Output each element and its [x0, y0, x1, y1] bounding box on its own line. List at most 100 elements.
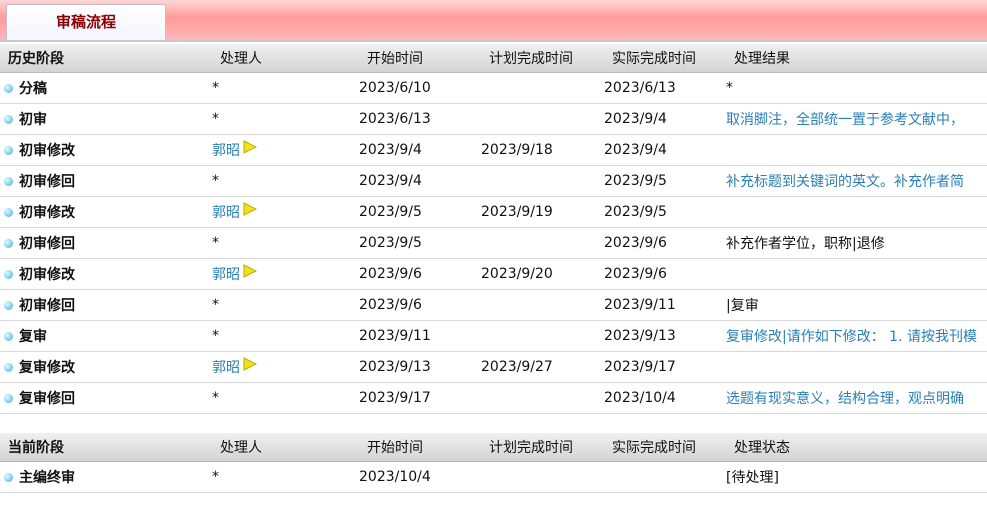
table-row: 分稿 * 2023/6/10 2023/6/13 * [0, 72, 987, 104]
tab-review-process[interactable]: 审稿流程 [6, 4, 166, 40]
header-start: 开始时间 [359, 44, 481, 73]
person-link[interactable]: 郭昭 [212, 267, 240, 283]
plan-cell [481, 227, 604, 259]
stage-label: 分稿 [19, 81, 47, 97]
actual-cell: 2023/9/6 [604, 258, 726, 290]
result-link[interactable]: 取消脚注，全部统一置于参考文献中， [726, 103, 987, 135]
plan-cell: 2023/9/20 [481, 258, 604, 290]
actual-cell: 2023/9/4 [604, 103, 726, 135]
current-header-row: 当前阶段 处理人 开始时间 计划完成时间 实际完成时间 处理状态 [0, 433, 987, 462]
result-cell: [待处理] [726, 461, 987, 493]
result-cell: * [726, 72, 987, 104]
person-link[interactable]: 郭昭 [212, 360, 240, 376]
header-stage: 历史阶段 [0, 44, 212, 73]
dot-icon [4, 83, 13, 93]
person-cell: 郭昭 [212, 258, 359, 290]
person-link[interactable]: 郭昭 [212, 143, 240, 159]
person-label: * [212, 328, 219, 344]
stage-label: 复审修改 [19, 360, 75, 376]
dot-icon [4, 472, 13, 482]
start-cell: 2023/9/4 [359, 165, 481, 197]
table-row: 初审修回 * 2023/9/4 2023/9/5 补充标题到关键词的英文。补充作者简 [0, 165, 987, 197]
history-table: 历史阶段 处理人 开始时间 计划完成时间 实际完成时间 处理结果 分稿 * 2023… [0, 44, 987, 414]
stage-label: 初审修回 [19, 298, 75, 314]
person-label: * [212, 469, 219, 485]
stage-cell: 初审 [0, 103, 212, 135]
stage-cell: 复审 [0, 320, 212, 352]
stage-cell: 初审修回 [0, 165, 212, 197]
result-link[interactable]: 复审修改|请作如下修改： 1. 请按我刊模 [726, 320, 987, 352]
plan-cell [481, 289, 604, 321]
stage-label: 复审 [19, 329, 47, 345]
table-row: 复审 * 2023/9/11 2023/9/13 复审修改|请作如下修改： 1. 请按我… [0, 320, 987, 352]
dot-icon [4, 238, 13, 248]
dot-icon [4, 176, 13, 186]
stage-cell: 初审修回 [0, 289, 212, 321]
dot-icon [4, 300, 13, 310]
actual-cell: 2023/9/13 [604, 320, 726, 352]
table-row: 初审修改 郭昭 2023/9/6 2023/9/20 2023/9/6 [0, 258, 987, 290]
plan-cell [481, 72, 604, 104]
result-cell [726, 258, 987, 290]
start-cell: 2023/9/6 [359, 289, 481, 321]
header-actual: 实际完成时间 [604, 44, 726, 73]
plan-cell [481, 382, 604, 414]
dot-icon [4, 331, 13, 341]
person-cell: * [212, 382, 359, 414]
person-label: * [212, 235, 219, 251]
actual-cell: 2023/10/4 [604, 382, 726, 414]
stage-label: 初审修改 [19, 205, 75, 221]
plan-cell [481, 165, 604, 197]
person-link[interactable]: 郭昭 [212, 205, 240, 221]
stage-label: 初审修回 [19, 236, 75, 252]
dot-icon [4, 207, 13, 217]
flag-icon[interactable] [243, 264, 258, 282]
actual-cell [604, 461, 726, 493]
start-cell: 2023/9/13 [359, 351, 481, 383]
stage-cell: 初审修改 [0, 196, 212, 228]
actual-cell: 2023/9/5 [604, 165, 726, 197]
flag-icon[interactable] [243, 357, 258, 375]
start-cell: 2023/6/10 [359, 72, 481, 104]
person-label: * [212, 80, 219, 96]
stage-cell: 初审修改 [0, 258, 212, 290]
plan-cell: 2023/9/19 [481, 196, 604, 228]
person-label: * [212, 111, 219, 127]
flag-icon[interactable] [243, 202, 258, 220]
header-plan: 计划完成时间 [481, 433, 604, 462]
person-cell: 郭昭 [212, 351, 359, 383]
stage-cell: 主编终审 [0, 461, 212, 493]
actual-cell: 2023/9/11 [604, 289, 726, 321]
dot-icon [4, 145, 13, 155]
stage-label: 初审修改 [19, 143, 75, 159]
result-cell [726, 134, 987, 166]
person-label: * [212, 173, 219, 189]
plan-cell [481, 461, 604, 493]
start-cell: 2023/9/4 [359, 134, 481, 166]
result-cell [726, 196, 987, 228]
plan-cell [481, 103, 604, 135]
dot-icon [4, 114, 13, 124]
tab-bar: 审稿流程 [0, 0, 987, 42]
table-row: 初审修回 * 2023/9/6 2023/9/11 |复审 [0, 289, 987, 321]
result-link[interactable]: 补充标题到关键词的英文。补充作者简 [726, 165, 987, 197]
table-row: 复审修改 郭昭 2023/9/13 2023/9/27 2023/9/17 [0, 351, 987, 383]
table-row: 初审修改 郭昭 2023/9/4 2023/9/18 2023/9/4 [0, 134, 987, 166]
actual-cell: 2023/9/5 [604, 196, 726, 228]
dot-icon [4, 269, 13, 279]
header-actual: 实际完成时间 [604, 433, 726, 462]
flag-icon[interactable] [243, 140, 258, 158]
person-cell: 郭昭 [212, 134, 359, 166]
stage-label: 初审修回 [19, 174, 75, 190]
actual-cell: 2023/6/13 [604, 72, 726, 104]
dot-icon [4, 393, 13, 403]
person-cell: * [212, 227, 359, 259]
dot-icon [4, 362, 13, 372]
result-link[interactable]: 选题有现实意义，结构合理，观点明确 [726, 382, 987, 414]
person-label: * [212, 297, 219, 313]
start-cell: 2023/6/13 [359, 103, 481, 135]
current-table: 当前阶段 处理人 开始时间 计划完成时间 实际完成时间 处理状态 主编终审 * 20… [0, 433, 987, 493]
table-row: 初审修回 * 2023/9/5 2023/9/6 补充作者学位，职称|退修 [0, 227, 987, 259]
result-cell [726, 351, 987, 383]
person-cell: 郭昭 [212, 196, 359, 228]
